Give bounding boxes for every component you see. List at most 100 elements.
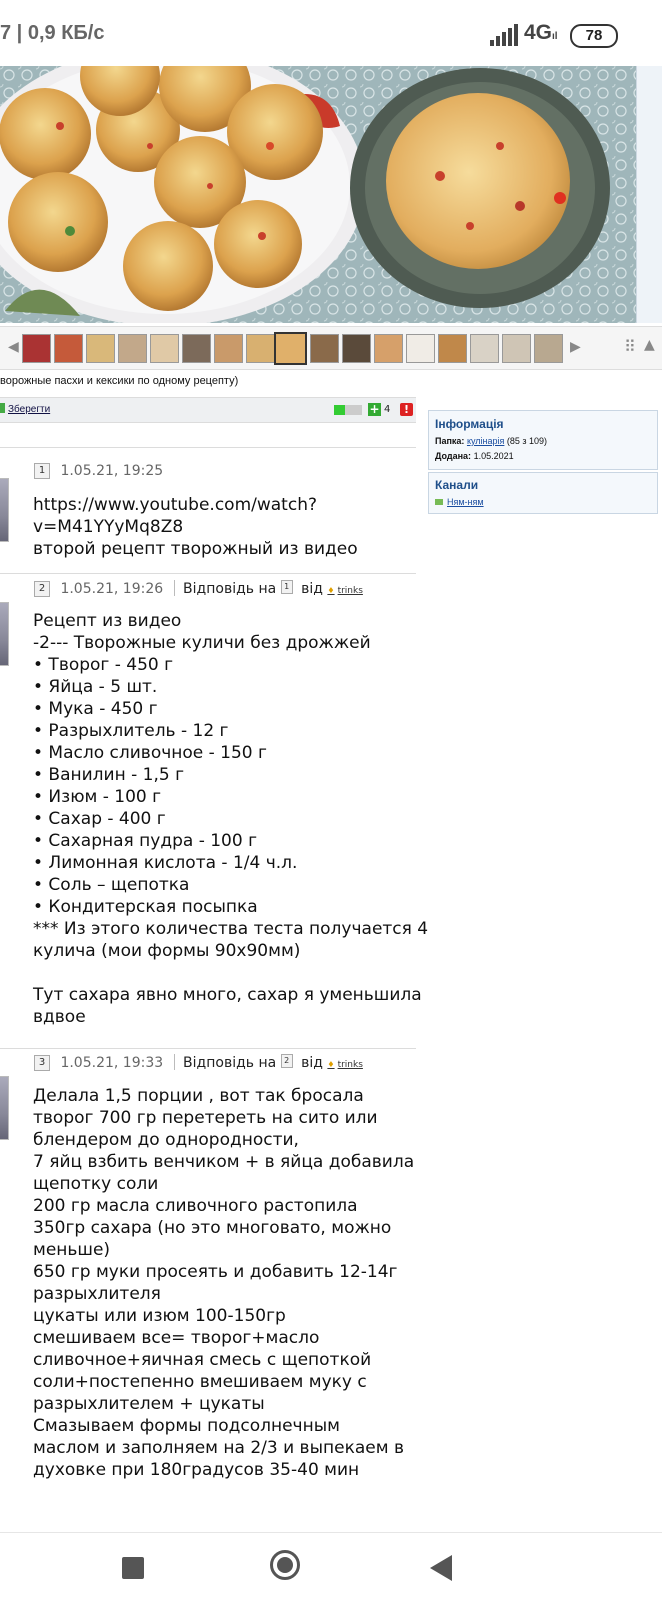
- signal-icon: [490, 24, 518, 46]
- reply-label: Відповідь на: [183, 581, 277, 597]
- post-line: • Изюм - 100 г: [33, 787, 162, 807]
- plus-icon[interactable]: +: [368, 403, 381, 416]
- post-body: Делала 1,5 порции , вот так бросала твор…: [33, 1085, 417, 1481]
- post-line: щепотку соли: [33, 1174, 159, 1194]
- channel-link[interactable]: Ням-ням: [435, 497, 484, 507]
- folder-count: (85 з 109): [506, 436, 548, 446]
- post-line: • Творог - 450 г: [33, 655, 174, 675]
- reply-post-number[interactable]: 2: [280, 1054, 293, 1068]
- added-label: Додана:: [435, 451, 472, 461]
- home-button[interactable]: [270, 1550, 300, 1580]
- photo-side-panel: [636, 66, 662, 323]
- reply-from-label: від: [301, 1055, 323, 1071]
- avatar[interactable]: [0, 602, 9, 666]
- avatar[interactable]: [0, 478, 9, 542]
- post-line: • Мука - 450 г: [33, 699, 158, 719]
- thumbnail[interactable]: [534, 334, 563, 363]
- thumbnail-strip: ◀ ▶ ⠿ ▲: [0, 326, 662, 370]
- post-line: • Ванилин - 1,5 г: [33, 765, 185, 785]
- post-line: разрыхлителем + цукаты: [33, 1394, 265, 1414]
- post-line: блендером до однородности,: [33, 1130, 299, 1150]
- added-date: 1.05.2021: [473, 451, 514, 461]
- post-line: -2--- Творожные куличи без дрожжей: [33, 633, 371, 653]
- post-line: соли+постепенно вмешиваем муку с: [33, 1372, 367, 1392]
- post-number[interactable]: 2: [34, 581, 50, 597]
- photo-illustration: [0, 66, 636, 323]
- network-type: 4Gıl: [524, 21, 558, 45]
- avatar[interactable]: [0, 1076, 9, 1140]
- post-line: творог 700 гр перетереть на сито или: [33, 1108, 378, 1128]
- post-divider: [0, 447, 416, 448]
- thumbnail[interactable]: [310, 334, 339, 363]
- reply-post-number[interactable]: 1: [280, 580, 293, 594]
- post-line-blank: [33, 962, 417, 984]
- battery-indicator: 78: [570, 24, 618, 48]
- reply-user-link[interactable]: trinks: [327, 586, 363, 596]
- post-body: Рецепт из видео -2--- Творожные куличи б…: [33, 610, 429, 1028]
- thumbnail[interactable]: [182, 334, 211, 363]
- thumbs-right-arrow-icon[interactable]: ▶: [570, 339, 581, 355]
- thumbnail[interactable]: [150, 334, 179, 363]
- post-divider: [0, 573, 416, 574]
- thumbnail[interactable]: [406, 334, 435, 363]
- thumbnail[interactable]: [470, 334, 499, 363]
- post-line: • Кондитерская посыпка: [33, 897, 258, 917]
- folder-label: Папка:: [435, 436, 465, 446]
- post-line: второй рецепт творожный из видео: [33, 539, 358, 559]
- info-panel: Інформація Папка: кулінарія (85 з 109) Д…: [428, 410, 658, 470]
- rating-bar: [334, 405, 362, 415]
- save-link[interactable]: Зберегти: [0, 403, 50, 415]
- info-added: Додана: 1.05.2021: [435, 451, 514, 461]
- post-line: сливочное+яичная смесь с щепоткой: [33, 1350, 372, 1370]
- post-divider: [0, 1048, 416, 1049]
- post-line: 7 яйц взбить венчиком + в яйца добавила: [33, 1152, 415, 1172]
- post-body: https://www.youtube.com/watch? v=M41YYyM…: [33, 494, 417, 560]
- thumbnail[interactable]: [502, 334, 531, 363]
- post-line: вдвое: [33, 1007, 86, 1027]
- back-button[interactable]: [430, 1555, 452, 1581]
- post-number[interactable]: 3: [34, 1055, 50, 1071]
- thumbnail[interactable]: [22, 334, 51, 363]
- report-icon[interactable]: !: [400, 403, 413, 416]
- recipe-photo[interactable]: [0, 66, 636, 323]
- thumbnail-selected[interactable]: [274, 332, 307, 365]
- thumbnail[interactable]: [54, 334, 83, 363]
- thumbnail[interactable]: [246, 334, 275, 363]
- header-divider: [173, 1054, 175, 1070]
- post-line: • Соль – щепотка: [33, 875, 190, 895]
- thumbs-left-arrow-icon[interactable]: ◀: [8, 339, 19, 355]
- post-line: Рецепт из видео: [33, 611, 182, 631]
- folder-link[interactable]: кулінарія: [467, 436, 504, 446]
- status-bar: 7 | 0,9 КБ/с 4Gıl 78: [0, 0, 662, 66]
- thumbnail[interactable]: [86, 334, 115, 363]
- grid-view-icon[interactable]: ⠿: [624, 337, 636, 356]
- post-line-link[interactable]: https://www.youtube.com/watch?: [33, 494, 417, 516]
- collapse-up-icon[interactable]: ▲: [644, 337, 655, 353]
- post-line: *** Из этого количества теста получается…: [33, 919, 429, 939]
- post-line-link[interactable]: v=M41YYyMq8Z8: [33, 516, 417, 538]
- network-suffix: ıl: [552, 31, 558, 42]
- post-date: 1.05.21, 19:25: [60, 463, 164, 479]
- post-date: 1.05.21, 19:33: [60, 1055, 164, 1071]
- thumbnail[interactable]: [438, 334, 467, 363]
- thumbnail[interactable]: [342, 334, 371, 363]
- post-line: цукаты или изюм 100-150гр: [33, 1306, 286, 1326]
- network-speed: 7 | 0,9 КБ/с: [0, 22, 105, 44]
- post-header: 2 1.05.21, 19:26 Відповідь на 1 від trin…: [34, 580, 363, 597]
- post-line: • Яйца - 5 шт.: [33, 677, 158, 697]
- reply-user-link[interactable]: trinks: [327, 1060, 363, 1070]
- post-line: кулича (мои формы 90х90мм): [33, 941, 301, 961]
- post-line: Тут сахара явно много, сахар я уменьшила: [33, 985, 422, 1005]
- post-toolbar: Зберегти + 4 !: [0, 397, 416, 423]
- recents-button[interactable]: [122, 1557, 144, 1579]
- post-line: 650 гр муки просеять и добавить 12-14г: [33, 1262, 398, 1282]
- thumbnail[interactable]: [118, 334, 147, 363]
- thumbnail[interactable]: [374, 334, 403, 363]
- thumbnail[interactable]: [214, 334, 243, 363]
- info-title: Інформація: [435, 417, 504, 431]
- post-line: • Разрыхлитель - 12 г: [33, 721, 229, 741]
- post-line: духовке при 180градусов 35-40 мин: [33, 1460, 360, 1480]
- reply-label: Відповідь на: [183, 1055, 277, 1071]
- post-number[interactable]: 1: [34, 463, 50, 479]
- post-line: Смазываем формы подсолнечным: [33, 1416, 340, 1436]
